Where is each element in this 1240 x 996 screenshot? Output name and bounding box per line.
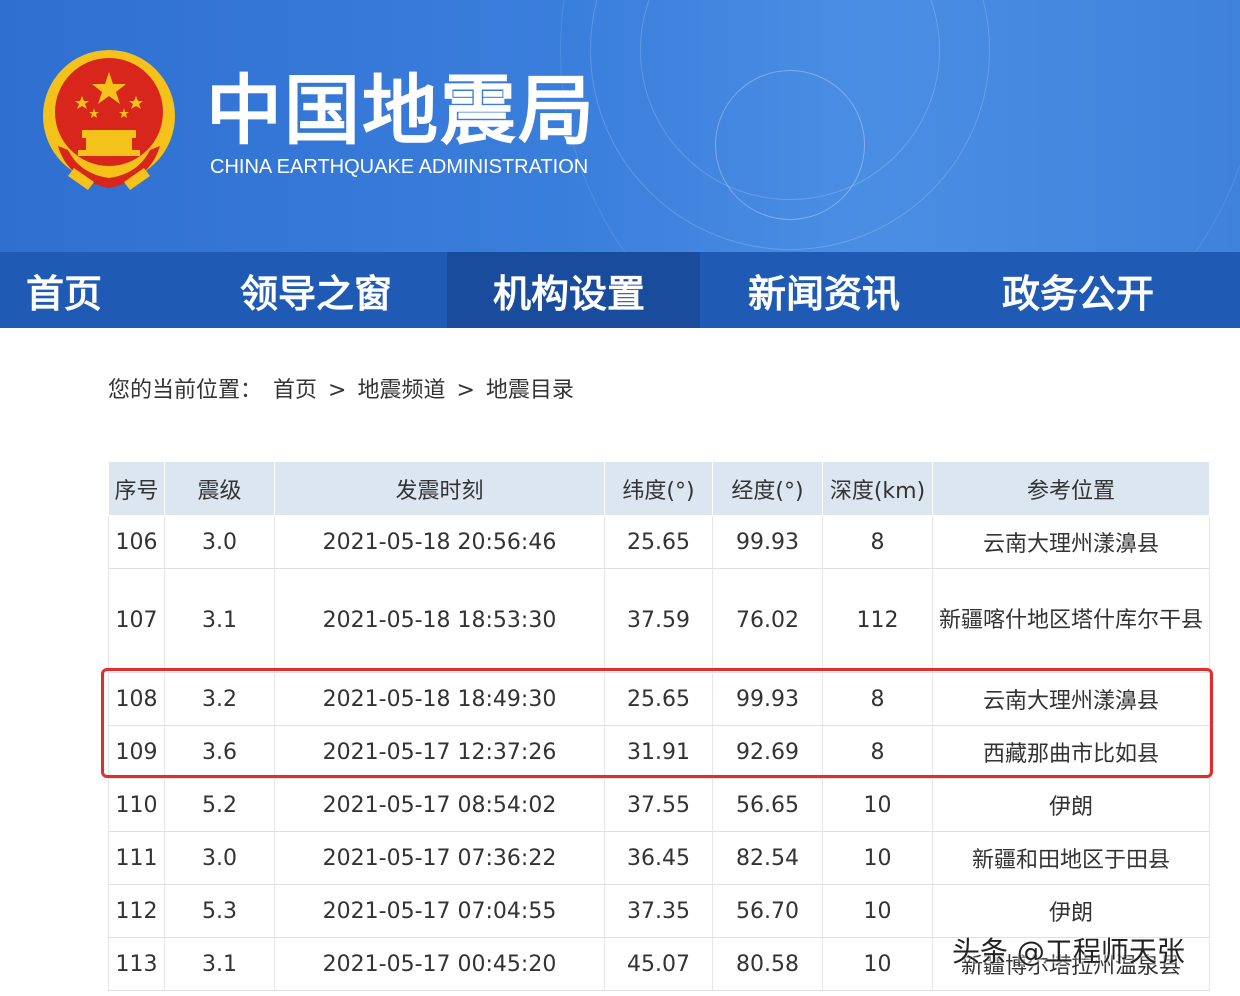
cell-magnitude: 3.2 (164, 672, 275, 726)
cell-depth: 8 (822, 515, 933, 569)
cell-location[interactable]: 新疆和田地区于田县 (932, 831, 1210, 885)
column-header-location[interactable]: 参考位置 (932, 461, 1210, 516)
cell-time: 2021-05-17 08:54:02 (274, 778, 605, 832)
site-title: 中国地震局 (206, 66, 596, 155)
cell-time: 2021-05-18 20:56:46 (274, 515, 605, 569)
nav-item-news[interactable]: 新闻资讯 (700, 252, 954, 328)
column-header-time[interactable]: 发震时刻 (274, 461, 605, 516)
cell-longitude: 82.54 (712, 831, 823, 885)
cell-longitude: 80.58 (712, 937, 823, 991)
cell-magnitude: 3.6 (164, 725, 275, 779)
breadcrumb-link-home[interactable]: 首页 (273, 378, 317, 403)
site-subtitle: CHINA EARTHQUAKE ADMINISTRATION (210, 156, 589, 178)
cell-longitude: 99.93 (712, 672, 823, 726)
breadcrumb-separator: > (328, 378, 347, 403)
cell-depth: 10 (822, 831, 933, 885)
column-header-magnitude[interactable]: 震级 (164, 461, 275, 516)
table-row[interactable]: 111 3.0 2021-05-17 07:36:22 36.45 82.54 10 新疆和… (108, 831, 1210, 885)
nav-item-organization[interactable]: 机构设置 (447, 252, 700, 328)
earthquake-catalog-table: 序号 震级 发震时刻 纬度(°) 经度(°) 深度(km) 参考位置 106 3.… (108, 461, 1210, 991)
cell-magnitude: 5.2 (164, 778, 275, 832)
cell-location[interactable]: 伊朗 (932, 778, 1210, 832)
cell-latitude: 25.65 (604, 672, 713, 726)
cell-latitude: 37.35 (604, 884, 713, 938)
cell-time: 2021-05-18 18:49:30 (274, 672, 605, 726)
cell-index: 110 (108, 778, 165, 832)
breadcrumb-prefix: 您的当前位置： (108, 378, 263, 403)
watermark: 头条 @工程师天张 (952, 935, 1185, 968)
national-emblem-icon[interactable] (38, 50, 180, 192)
cell-longitude: 56.70 (712, 884, 823, 938)
cell-depth: 112 (822, 568, 933, 673)
nav-item-home[interactable]: 首页 (0, 252, 190, 328)
cell-index: 111 (108, 831, 165, 885)
table-row[interactable]: 109 3.6 2021-05-17 12:37:26 31.91 92.69 8 西藏那曲… (108, 725, 1210, 779)
column-header-index[interactable]: 序号 (108, 461, 165, 516)
cell-latitude: 36.45 (604, 831, 713, 885)
cell-location[interactable]: 云南大理州漾濞县 (932, 672, 1210, 726)
breadcrumb: 您的当前位置： 首页 > 地震频道 > 地震目录 (108, 372, 578, 404)
cell-latitude: 37.59 (604, 568, 713, 673)
cell-location[interactable]: 西藏那曲市比如县 (932, 725, 1210, 779)
breadcrumb-link-channel[interactable]: 地震频道 (357, 378, 445, 403)
cell-longitude: 99.93 (712, 515, 823, 569)
cell-index: 112 (108, 884, 165, 938)
breadcrumb-separator: > (456, 378, 475, 403)
cell-magnitude: 3.0 (164, 515, 275, 569)
cell-time: 2021-05-17 12:37:26 (274, 725, 605, 779)
cell-magnitude: 3.1 (164, 937, 275, 991)
column-header-depth[interactable]: 深度(km) (822, 461, 933, 516)
cell-depth: 8 (822, 672, 933, 726)
cell-index: 107 (108, 568, 165, 673)
cell-latitude: 31.91 (604, 725, 713, 779)
cell-index: 113 (108, 937, 165, 991)
cell-magnitude: 3.1 (164, 568, 275, 673)
column-header-latitude[interactable]: 纬度(°) (604, 461, 713, 516)
cell-depth: 10 (822, 884, 933, 938)
cell-location[interactable]: 云南大理州漾濞县 (932, 515, 1210, 569)
cell-magnitude: 5.3 (164, 884, 275, 938)
cell-depth: 8 (822, 725, 933, 779)
main-nav: 首页 领导之窗 机构设置 新闻资讯 政务公开 (0, 252, 1240, 328)
table-row[interactable]: 106 3.0 2021-05-18 20:56:46 25.65 99.93 8 云南大理… (108, 515, 1210, 569)
nav-item-government-affairs[interactable]: 政务公开 (954, 252, 1240, 328)
table-row[interactable]: 110 5.2 2021-05-17 08:54:02 37.55 56.65 10 伊朗 (108, 778, 1210, 832)
cell-longitude: 92.69 (712, 725, 823, 779)
cell-index: 108 (108, 672, 165, 726)
table-row[interactable]: 108 3.2 2021-05-18 18:49:30 25.65 99.93 8 云南大理… (108, 672, 1210, 726)
table-header-row: 序号 震级 发震时刻 纬度(°) 经度(°) 深度(km) 参考位置 (108, 461, 1210, 516)
cell-time: 2021-05-17 07:36:22 (274, 831, 605, 885)
cell-magnitude: 3.0 (164, 831, 275, 885)
nav-item-leaders[interactable]: 领导之窗 (190, 252, 447, 328)
table-row[interactable]: 107 3.1 2021-05-18 18:53:30 37.59 76.02 112 新疆… (108, 568, 1210, 673)
cell-index: 106 (108, 515, 165, 569)
decor-ring (560, 0, 1240, 252)
cell-time: 2021-05-17 07:04:55 (274, 884, 605, 938)
breadcrumb-current[interactable]: 地震目录 (486, 378, 574, 403)
cell-location[interactable]: 新疆喀什地区塔什库尔干县 (932, 568, 1210, 673)
header-banner: 中国地震局 CHINA EARTHQUAKE ADMINISTRATION (0, 0, 1240, 252)
cell-longitude: 56.65 (712, 778, 823, 832)
cell-longitude: 76.02 (712, 568, 823, 673)
cell-time: 2021-05-17 00:45:20 (274, 937, 605, 991)
cell-index: 109 (108, 725, 165, 779)
cell-latitude: 45.07 (604, 937, 713, 991)
cell-time: 2021-05-18 18:53:30 (274, 568, 605, 673)
cell-latitude: 37.55 (604, 778, 713, 832)
cell-depth: 10 (822, 937, 933, 991)
column-header-longitude[interactable]: 经度(°) (712, 461, 823, 516)
cell-latitude: 25.65 (604, 515, 713, 569)
cell-depth: 10 (822, 778, 933, 832)
